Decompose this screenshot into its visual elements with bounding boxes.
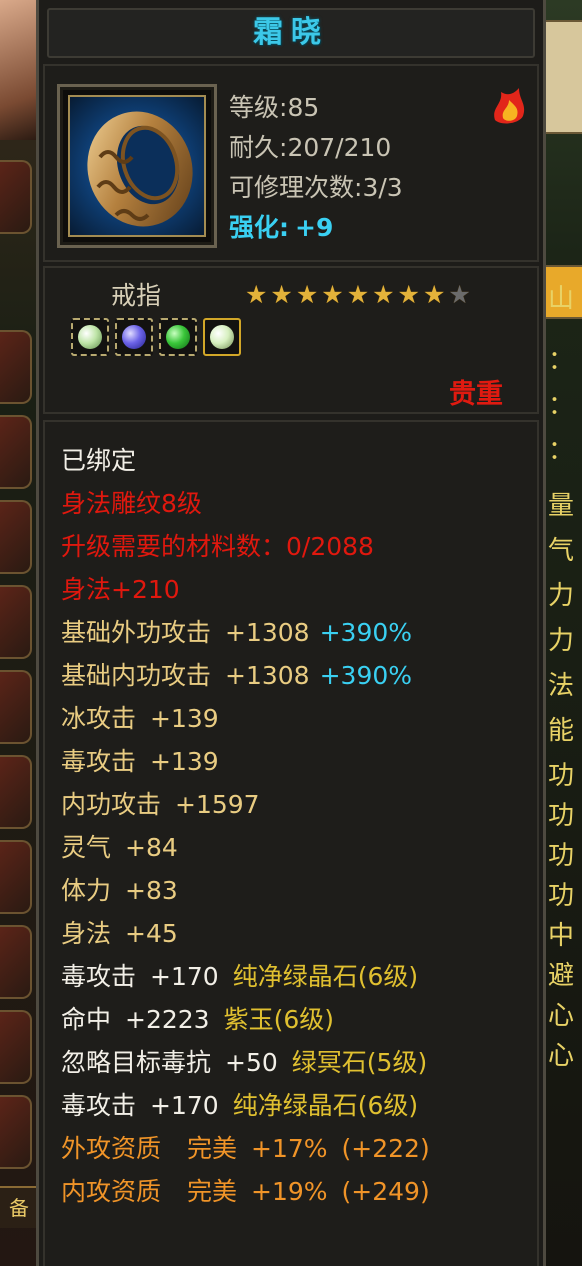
base-outer-attack: 基础外功攻击 +1308 +390%: [61, 618, 413, 647]
gem-slot[interactable]: [71, 318, 109, 356]
right-panel-text: ：: [548, 346, 575, 376]
equipment-tab-label[interactable]: 备: [0, 1186, 38, 1228]
right-panel-text: 能: [548, 716, 575, 746]
item-stats-section: 已绑定 身法雕纹8级 升级需要的材料数：0/2088 身法+210 基础外功攻击…: [43, 420, 539, 1266]
aptitude-inner: 内攻资质 完美 +19% (+249): [61, 1177, 430, 1206]
star-empty-icon: ★: [448, 280, 471, 309]
gem-slots: [71, 318, 241, 356]
right-panel-text: 力: [548, 626, 575, 656]
right-panel-text: 中: [548, 921, 575, 951]
equipment-slot[interactable]: [0, 755, 32, 829]
right-panel-text: 力: [548, 581, 575, 611]
right-panel-text: 避: [548, 961, 575, 991]
stamina: 体力 +83: [61, 876, 178, 905]
inner-attack: 内功攻击 +1597: [61, 790, 260, 819]
right-panel-text: ：: [548, 436, 575, 466]
poison-attack: 毒攻击 +139: [61, 747, 219, 776]
star-icon: ★: [346, 280, 370, 309]
right-panel-text: 功: [548, 801, 575, 831]
right-banner: [544, 20, 582, 134]
star-icon: ★: [295, 280, 319, 309]
right-panel-text: ：: [548, 391, 575, 421]
bound-status: 已绑定: [61, 446, 137, 475]
item-durability: 耐久:207/210: [229, 133, 392, 162]
right-panel-text: 量: [548, 491, 575, 521]
item-type: 戒指: [111, 281, 162, 310]
gem-stat-line: 忽略目标毒抗 +50 绿冥石(5级): [61, 1048, 428, 1077]
equipment-slot[interactable]: [0, 160, 32, 234]
right-panel-text: 功: [548, 841, 575, 871]
gem-stat-line: 毒攻击 +170 纯净绿晶石(6级): [61, 962, 419, 991]
base-inner-attack: 基础内功攻击 +1308 +390%: [61, 661, 413, 690]
white-gem-icon: [78, 325, 102, 349]
item-enhance-level: 强化: +9: [229, 213, 334, 242]
equipment-slot[interactable]: [0, 415, 32, 489]
spirit: 灵气 +84: [61, 833, 178, 862]
star-icon: ★: [321, 280, 344, 309]
ice-attack: 冰攻击 +139: [61, 704, 219, 733]
agility-bonus: 身法+210: [61, 575, 180, 604]
equipment-slot[interactable]: [0, 1095, 32, 1169]
right-panel-background: 山 ： ： ： 量 气 力 力 法 能 功 功 功 功 中 避 心 心: [540, 0, 582, 1266]
star-icon: ★: [372, 280, 395, 309]
engrave-level: 身法雕纹8级: [61, 489, 202, 518]
precious-tag: 贵重: [449, 379, 503, 410]
equipment-slot[interactable]: [0, 925, 32, 999]
green-gem-icon: [166, 325, 190, 349]
equipment-slot[interactable]: [0, 670, 32, 744]
equipment-slot[interactable]: [0, 500, 32, 574]
enhance-stars: ★ ★ ★ ★ ★ ★ ★ ★ ★: [245, 282, 471, 307]
purple-gem-icon: [122, 325, 146, 349]
gem-slot[interactable]: [203, 318, 241, 356]
item-level: 等级:85: [229, 93, 320, 122]
equipment-slot[interactable]: [0, 840, 32, 914]
right-panel-text: 法: [548, 671, 575, 701]
right-panel-text: 心: [548, 1001, 575, 1031]
star-icon: ★: [422, 280, 446, 309]
star-icon: ★: [270, 280, 293, 309]
left-sidebar-background: 备: [0, 0, 40, 1266]
equipment-slot[interactable]: [0, 330, 32, 404]
item-header-section: 等级:85 耐久:207/210 可修理次数:3/3 强化: +9: [43, 64, 539, 262]
equipment-slot[interactable]: [0, 585, 32, 659]
right-panel-text: 气: [548, 536, 575, 566]
right-panel-text: 心: [548, 1041, 575, 1071]
right-panel-text: 功: [548, 761, 575, 791]
ring-icon: [68, 95, 206, 237]
flame-icon: [489, 86, 529, 126]
aptitude-outer: 外攻资质 完美 +17% (+222): [61, 1134, 430, 1163]
gem-stat-line: 命中 +2223 紫玉(6级): [61, 1005, 335, 1034]
agility: 身法 +45: [61, 919, 178, 948]
right-panel-text: 功: [548, 881, 575, 911]
equipment-slot[interactable]: [0, 1010, 32, 1084]
gem-slot[interactable]: [159, 318, 197, 356]
star-icon: ★: [245, 280, 268, 309]
gem-slot[interactable]: [115, 318, 153, 356]
item-icon-frame[interactable]: [57, 84, 217, 248]
character-portrait[interactable]: [0, 0, 38, 140]
white-gem-icon: [210, 325, 234, 349]
gem-stat-line: 毒攻击 +170 纯净绿晶石(6级): [61, 1091, 419, 1120]
item-tooltip: 霜晓 等级:85 耐久:207/210 可修理次数:3/3 强化: +9 戒指 …: [36, 0, 546, 1266]
item-title-bar: 霜晓: [47, 8, 535, 58]
item-type-section: 戒指 ★ ★ ★ ★ ★ ★ ★ ★ ★ 贵重: [43, 266, 539, 414]
star-icon: ★: [397, 280, 420, 309]
item-name: 霜晓: [253, 15, 329, 50]
upgrade-materials: 升级需要的材料数：0/2088: [61, 532, 374, 561]
item-repair-count: 可修理次数:3/3: [229, 173, 403, 202]
right-panel-text: 山: [548, 284, 575, 314]
